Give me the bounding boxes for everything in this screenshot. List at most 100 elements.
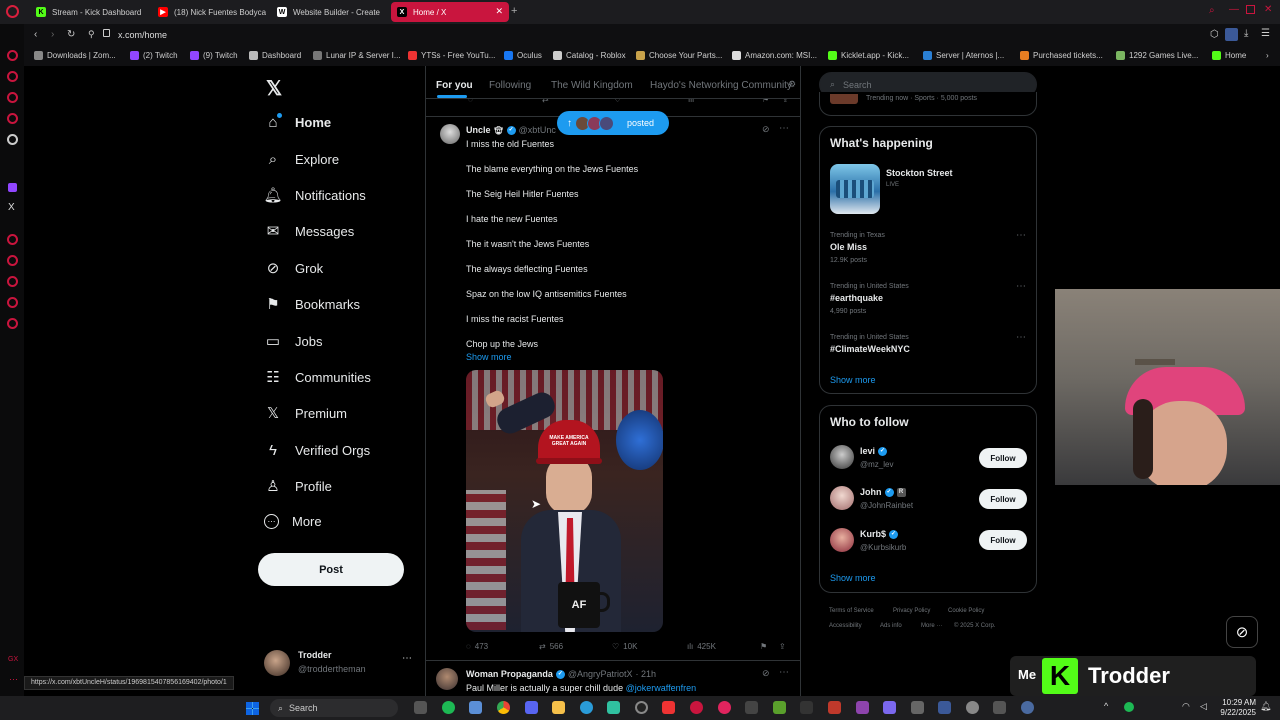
trend-name[interactable]: #earthquake	[830, 293, 883, 303]
discord-icon[interactable]	[525, 701, 538, 714]
extensions-icon[interactable]	[7, 297, 18, 308]
tweet-avatar[interactable]	[436, 668, 458, 690]
show-more-link[interactable]: Show more	[830, 573, 876, 583]
account-switcher[interactable]: Trodder @troddertheman ⋯	[264, 648, 414, 678]
like-icon[interactable]: ♡	[614, 99, 621, 104]
download-icon[interactable]: ⤓	[1244, 28, 1248, 39]
nav-messages[interactable]: ✉ Messages	[264, 222, 355, 240]
more-icon[interactable]: ⋯	[779, 123, 789, 134]
browser-tab-active[interactable]: X Home / X ✕	[391, 2, 509, 22]
trend-more-icon[interactable]: ⋯	[1016, 332, 1026, 343]
tweet-media[interactable]: MAKE AMERICA GREAT AGAIN AF	[466, 370, 663, 632]
feed-settings-icon[interactable]: ⚙	[788, 79, 796, 90]
footer-link[interactable]: More ···	[921, 623, 942, 629]
close-window-icon[interactable]: ✕	[1264, 4, 1272, 15]
footer-link[interactable]: Terms of Service	[829, 608, 874, 614]
avatar[interactable]	[830, 486, 854, 510]
app-icon[interactable]	[1021, 701, 1034, 714]
notes-icon[interactable]	[7, 276, 18, 287]
nav-bookmarks[interactable]: ⚑ Bookmarks	[264, 295, 360, 313]
task-view-icon[interactable]	[414, 701, 427, 714]
tweet-author[interactable]: Woman Propaganda ✓ @AngryPatriotX · 21h	[466, 669, 656, 679]
bookmark[interactable]: (9) Twitch	[190, 51, 238, 60]
mention-link[interactable]: @jokerwaffenfren	[626, 683, 697, 693]
bookmark-button[interactable]: ⚑	[760, 642, 767, 651]
bookmark[interactable]: (2) Twitch	[130, 51, 178, 60]
tray-overflow-icon[interactable]: ^	[1104, 701, 1108, 711]
share-button[interactable]: ⇪	[779, 642, 786, 651]
bookmark[interactable]: Lunar IP & Server I...	[313, 51, 401, 60]
suggestion-name[interactable]: Kurb$ ✓	[860, 529, 899, 539]
avatar[interactable]	[830, 445, 854, 469]
forward-icon[interactable]: ›	[51, 29, 54, 40]
bookmark[interactable]: Kicklet.app - Kick...	[828, 51, 909, 60]
reply-icon[interactable]: ◌	[468, 99, 473, 104]
app-icon[interactable]	[745, 701, 758, 714]
reload-icon[interactable]: ↻	[67, 29, 75, 40]
nav-explore[interactable]: ⌕ Explore	[264, 150, 339, 168]
nav-jobs[interactable]: ▭ Jobs	[264, 332, 323, 350]
bookmark[interactable]: Catalog - Roblox	[553, 51, 626, 60]
post-button[interactable]: Post	[258, 553, 404, 586]
clock-time[interactable]: 10:29 AM	[1216, 698, 1256, 707]
back-icon[interactable]: ‹	[34, 29, 37, 40]
trend-more-icon[interactable]: ⋯	[1016, 281, 1026, 292]
bookmark-icon[interactable]: ⚑	[762, 99, 769, 104]
nav-premium[interactable]: 𝕏 Premium	[264, 404, 347, 422]
bookmark[interactable]: 1292 Games Live...	[1116, 51, 1198, 60]
app-icon[interactable]	[856, 701, 869, 714]
like-button[interactable]: ♡ 10K	[612, 642, 637, 651]
grok-floating-button[interactable]: ⊘	[1226, 616, 1258, 648]
views-icon[interactable]: ılı	[688, 99, 694, 104]
taskbar-search[interactable]: ⌕ Search	[270, 699, 398, 717]
suggestion-name[interactable]: levi ✓	[860, 446, 888, 456]
search-tabs-icon[interactable]: ⌕	[1209, 5, 1215, 16]
nav-notifications[interactable]: 🔔︎ Notifications	[263, 186, 365, 204]
media-player-icon[interactable]	[718, 701, 731, 714]
bookmark[interactable]: Amazon.com: MSI...	[732, 51, 817, 60]
history-icon[interactable]	[7, 234, 18, 245]
tab-networking-community[interactable]: Haydo's Networking Community	[650, 80, 792, 91]
footer-link[interactable]: Accessibility	[829, 623, 862, 629]
nav-profile[interactable]: ♙ Profile	[264, 477, 332, 495]
edge-icon[interactable]	[580, 701, 593, 714]
browser-tab[interactable]: ▶ (18) Nick Fuentes Bodyca	[152, 2, 266, 22]
repost-icon[interactable]: ⇄	[542, 99, 549, 104]
nav-verified-orgs[interactable]: ϟ Verified Orgs	[264, 441, 370, 459]
downloads-icon[interactable]	[7, 255, 18, 266]
tab-wild-kingdom[interactable]: The Wild Kingdom	[551, 80, 633, 91]
trend-name[interactable]: Ole Miss	[830, 242, 867, 252]
youtube-icon[interactable]	[662, 701, 675, 714]
app-icon[interactable]	[993, 701, 1006, 714]
photos-icon[interactable]	[469, 701, 482, 714]
bookmark[interactable]: Dashboard	[249, 51, 301, 60]
grok-icon[interactable]: ⊘	[762, 124, 770, 135]
tray-spotify-icon[interactable]	[1124, 702, 1134, 712]
bookmark[interactable]: Purchased tickets...	[1020, 51, 1103, 60]
close-tab-icon[interactable]: ✕	[495, 6, 503, 17]
windows-start-icon[interactable]	[246, 702, 259, 715]
messenger-icon[interactable]	[7, 50, 18, 61]
show-more-link[interactable]: Show more	[830, 375, 876, 385]
views-button[interactable]: ılı 425K	[687, 642, 716, 651]
bookmark[interactable]: Downloads | Zom...	[34, 51, 116, 60]
app-icon[interactable]	[911, 701, 924, 714]
event-title[interactable]: Stockton Street	[886, 168, 953, 178]
share-icon[interactable]: ⇪	[782, 99, 789, 104]
nav-communities[interactable]: ☷ Communities	[264, 368, 371, 386]
reply-button[interactable]: ◌ 473	[466, 642, 488, 651]
app-icon[interactable]	[966, 701, 979, 714]
obs-icon[interactable]	[635, 701, 648, 714]
network-icon[interactable]: ◠	[1182, 701, 1190, 712]
workspace-icon[interactable]	[7, 71, 18, 82]
tweet-author[interactable]: Uncle 🤠︎ ✓ @xbtUnc	[466, 125, 556, 135]
profile-extension-icon[interactable]	[1225, 28, 1238, 41]
footer-link[interactable]: Cookie Policy	[948, 608, 984, 614]
repost-button[interactable]: ⇄ 566	[539, 642, 563, 651]
new-tab-button[interactable]: +	[511, 5, 517, 17]
bookmark[interactable]: Oculus	[504, 51, 542, 60]
minimize-icon[interactable]: —	[1229, 4, 1239, 15]
nav-more[interactable]: ⋯ More	[264, 514, 322, 529]
tweet-avatar[interactable]	[440, 124, 460, 144]
nav-grok[interactable]: ⊘ Grok	[264, 259, 323, 277]
